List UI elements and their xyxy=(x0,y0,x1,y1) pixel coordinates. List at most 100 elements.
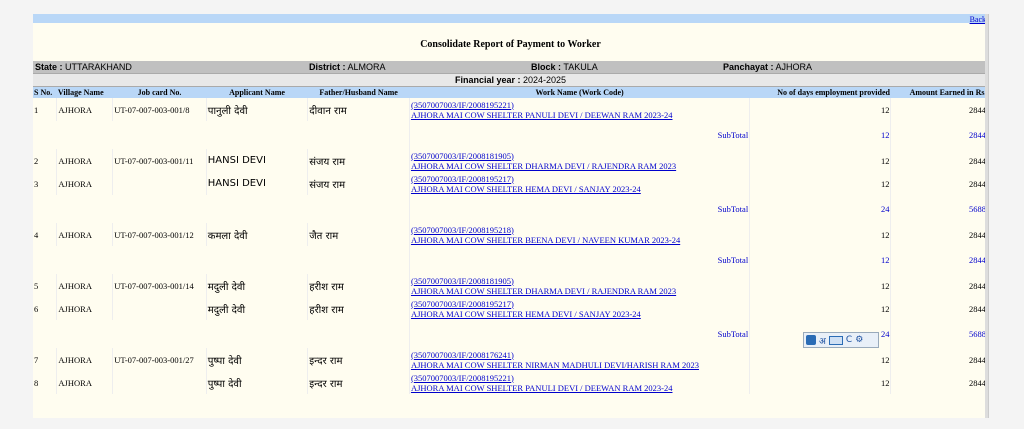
col-applicant: Applicant Name xyxy=(206,87,308,98)
jobcard-cell: UT-07-007-003-001/12 xyxy=(112,223,207,246)
col-village: Village Name xyxy=(56,87,113,98)
work-code-link[interactable]: (3507007003/IF/2008181905) xyxy=(411,151,748,161)
jobcard-cell: UT-07-007-003-001/27 xyxy=(112,348,207,371)
subtotal-spacer xyxy=(33,121,410,149)
sno-cell: 1 xyxy=(33,98,58,121)
work-name-link[interactable]: AJHORA MAI COW SHELTER DHARMA DEVI / RAJ… xyxy=(411,286,748,296)
work-name-link[interactable]: AJHORA MAI COW SHELTER BEENA DEVI / NAVE… xyxy=(411,235,748,245)
work-name-link[interactable]: AJHORA MAI COW SHELTER PANULI DEVI / DEE… xyxy=(411,110,748,120)
sno-cell: 3 xyxy=(33,172,58,195)
village-cell: AJHORA xyxy=(56,274,114,297)
keyboard-icon[interactable] xyxy=(828,335,843,345)
applicant-cell: HANSI DEVI xyxy=(206,149,309,172)
applicant-cell: पुष्पा देवी xyxy=(206,371,309,394)
input-tools-widget[interactable]: अ C ⚙ xyxy=(803,332,879,348)
work-name-link[interactable]: AJHORA MAI COW SHELTER DHARMA DEVI / RAJ… xyxy=(411,161,748,171)
work-name-link[interactable]: AJHORA MAI COW SHELTER HEMA DEVI / SANJA… xyxy=(411,184,748,194)
subtotal-spacer xyxy=(33,195,410,223)
applicant-cell: पुष्पा देवी xyxy=(206,348,309,371)
days-cell: 12 xyxy=(749,348,892,371)
subtotal-amount: 5688 xyxy=(890,195,988,223)
village-cell: AJHORA xyxy=(56,371,114,394)
subtotal-row: SubTotal 12 2844 xyxy=(33,121,988,149)
applicant-cell: मदुली देवी xyxy=(206,297,309,320)
jobcard-cell xyxy=(112,172,207,195)
gear-icon[interactable]: ⚙ xyxy=(855,335,863,345)
sno-cell: 4 xyxy=(33,223,58,246)
village-cell: AJHORA xyxy=(56,348,114,371)
subtotal-spacer xyxy=(33,246,410,274)
jobcard-cell xyxy=(112,297,207,320)
report-frame: Back Consolidate Report of Payment to Wo… xyxy=(33,14,989,418)
work-code-link[interactable]: (3507007003/IF/2008195217) xyxy=(411,299,748,309)
col-work: Work Name (Work Code) xyxy=(409,87,750,98)
father-cell: संजय राम xyxy=(307,149,410,172)
days-cell: 12 xyxy=(749,172,892,195)
table-row: 1 AJHORA UT-07-007-003-001/8 पानुली देवी दीव… xyxy=(33,98,988,121)
work-cell: (3507007003/IF/2008176241) AJHORA MAI COW… xyxy=(409,348,751,371)
table-row: 4 AJHORA UT-07-007-003-001/12 कमला देवी जैत … xyxy=(33,223,988,246)
amount-cell: 2844 xyxy=(890,274,988,297)
work-code-link[interactable]: (3507007003/IF/2008195218) xyxy=(411,225,748,235)
amount-cell: 2844 xyxy=(890,371,988,394)
jobcard-cell: UT-07-007-003-001/11 xyxy=(112,149,207,172)
subtotal-label: SubTotal xyxy=(409,320,751,348)
work-cell: (3507007003/IF/2008181905) AJHORA MAI COW… xyxy=(409,274,751,297)
work-name-link[interactable]: AJHORA MAI COW SHELTER HEMA DEVI / SANJA… xyxy=(411,309,748,319)
work-code-link[interactable]: (3507007003/IF/2008195221) xyxy=(411,100,748,110)
sno-cell: 8 xyxy=(33,371,58,394)
village-cell: AJHORA xyxy=(56,223,114,246)
col-sno: S No. xyxy=(33,87,57,98)
village-cell: AJHORA xyxy=(56,149,114,172)
block-value: TAKULA xyxy=(563,62,598,72)
back-link[interactable]: Back xyxy=(970,15,986,25)
subtotal-amount: 2844 xyxy=(890,246,988,274)
block-label: Block : xyxy=(531,62,562,72)
table-row: 3 AJHORA HANSI DEVI संजय राम (3507007003/IF/… xyxy=(33,172,988,195)
subtotal-days: 24 xyxy=(749,195,892,223)
district-value: ALMORA xyxy=(347,62,386,72)
panchayat-value: AJHORA xyxy=(775,62,813,72)
jobcard-cell: UT-07-007-003-001/8 xyxy=(112,98,207,121)
location-bar: State : UTTARAKHAND District : ALMORA Bl… xyxy=(33,61,988,73)
father-cell: संजय राम xyxy=(307,172,410,195)
state-value: UTTARAKHAND xyxy=(65,62,132,72)
work-cell: (3507007003/IF/2008195218) AJHORA MAI COW… xyxy=(409,223,751,246)
village-cell: AJHORA xyxy=(56,172,114,195)
subtotal-row: SubTotal 24 5688 xyxy=(33,195,988,223)
father-cell: दीवान राम xyxy=(307,98,410,121)
table-row: 7 AJHORA UT-07-007-003-001/27 पुष्पा देवी इन… xyxy=(33,348,988,371)
panchayat-label: Panchayat : xyxy=(723,62,774,72)
state-label: State : xyxy=(35,62,63,72)
amount-cell: 2844 xyxy=(890,297,988,320)
sno-cell: 2 xyxy=(33,149,58,172)
work-cell: (3507007003/IF/2008195221) AJHORA MAI COW… xyxy=(409,371,751,394)
village-cell: AJHORA xyxy=(56,98,114,121)
work-code-link[interactable]: (3507007003/IF/2008195221) xyxy=(411,373,748,383)
subtotal-amount: 2844 xyxy=(890,121,988,149)
col-amount: Amount Earned in Rs. xyxy=(890,87,988,98)
amount-cell: 2844 xyxy=(890,172,988,195)
translate-icon[interactable] xyxy=(806,335,816,345)
work-code-link[interactable]: (3507007003/IF/2008181905) xyxy=(411,276,748,286)
table-row: 8 AJHORA पुष्पा देवी इन्दर राम (3507007003/I… xyxy=(33,371,988,394)
work-cell: (3507007003/IF/2008195217) AJHORA MAI COW… xyxy=(409,172,751,195)
applicant-cell: HANSI DEVI xyxy=(206,172,309,195)
days-cell: 12 xyxy=(749,297,892,320)
col-father: Father/Husband Name xyxy=(307,87,410,98)
work-code-link[interactable]: (3507007003/IF/2008176241) xyxy=(411,350,748,360)
work-cell: (3507007003/IF/2008181905) AJHORA MAI COW… xyxy=(409,149,751,172)
father-cell: हरीश राम xyxy=(307,297,410,320)
c-label[interactable]: C xyxy=(846,335,852,345)
subtotal-label: SubTotal xyxy=(409,246,751,274)
fy-label: Financial year : xyxy=(454,75,521,85)
scrollbar[interactable] xyxy=(985,14,988,418)
days-cell: 12 xyxy=(749,223,892,246)
script-glyph[interactable]: अ xyxy=(819,334,826,347)
father-cell: जैत राम xyxy=(307,223,410,246)
table-row: 5 AJHORA UT-07-007-003-001/14 मदुली देवी हरी… xyxy=(33,274,988,297)
work-code-link[interactable]: (3507007003/IF/2008195217) xyxy=(411,174,748,184)
district-cell: District : ALMORA xyxy=(307,61,529,73)
work-name-link[interactable]: AJHORA MAI COW SHELTER PANULI DEVI / DEE… xyxy=(411,383,748,393)
work-name-link[interactable]: AJHORA MAI COW SHELTER NIRMAN MADHULI DE… xyxy=(411,360,748,370)
